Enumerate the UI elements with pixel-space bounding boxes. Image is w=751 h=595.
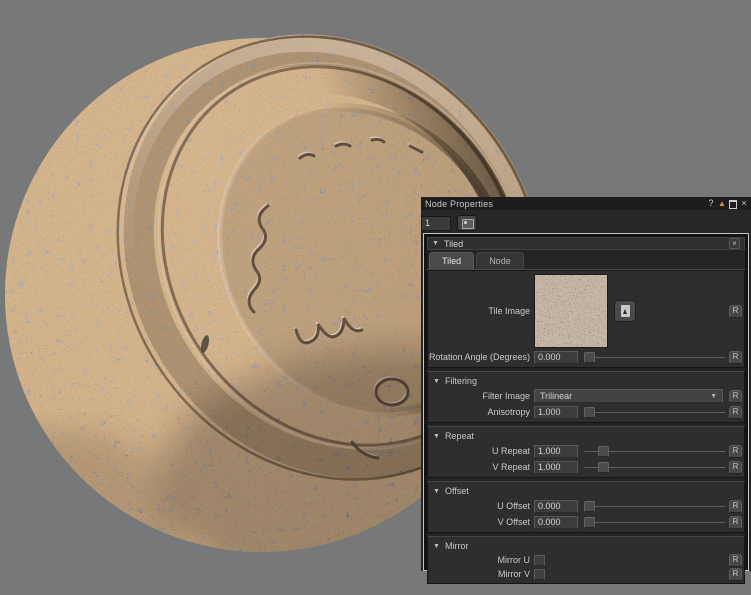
v-repeat-slider[interactable] bbox=[584, 461, 725, 474]
load-image-icon bbox=[621, 305, 630, 317]
u-offset-row: U Offset R bbox=[428, 498, 744, 514]
v-offset-row: V Offset R bbox=[428, 514, 744, 530]
u-repeat-slider[interactable] bbox=[584, 445, 725, 458]
filter-image-label: Filter Image bbox=[482, 391, 530, 401]
tile-image-row: Tile Image R bbox=[428, 273, 744, 349]
help-icon[interactable]: ? bbox=[706, 198, 716, 209]
mirror-title: Mirror bbox=[445, 541, 469, 551]
repeat-title: Repeat bbox=[445, 431, 474, 441]
slider-handle[interactable] bbox=[598, 446, 609, 457]
slider-handle[interactable] bbox=[584, 501, 595, 512]
filtering-block: ▼ Filtering Filter Image Trilinear ▼ R A… bbox=[427, 371, 745, 423]
rotation-angle-slider[interactable] bbox=[584, 351, 725, 364]
reset-u-repeat-button[interactable]: R bbox=[729, 445, 742, 458]
offset-header[interactable]: ▼ Offset bbox=[428, 484, 744, 498]
slider-handle[interactable] bbox=[584, 352, 595, 363]
collapse-arrow-icon[interactable]: ▼ bbox=[433, 433, 440, 440]
mirror-v-checkbox[interactable] bbox=[534, 569, 545, 580]
mirror-v-row: Mirror V R bbox=[428, 567, 744, 581]
node-properties-panel: Node Properties ? ▲ × ▼ Tiled × Tiled No… bbox=[421, 197, 751, 571]
rotation-angle-field[interactable] bbox=[534, 351, 578, 364]
tab-node[interactable]: Node bbox=[476, 252, 524, 269]
u-offset-slider[interactable] bbox=[584, 500, 725, 513]
rotation-angle-row: Rotation Angle (Degrees) R bbox=[428, 349, 744, 365]
selection-index-field[interactable] bbox=[421, 216, 451, 231]
mirror-header[interactable]: ▼ Mirror bbox=[428, 539, 744, 553]
close-window-icon[interactable]: × bbox=[739, 198, 749, 209]
restore-window-icon[interactable] bbox=[728, 198, 738, 209]
u-repeat-row: U Repeat R bbox=[428, 443, 744, 459]
v-offset-slider[interactable] bbox=[584, 516, 725, 529]
tile-image-label: Tile Image bbox=[488, 306, 530, 316]
filtering-title: Filtering bbox=[445, 376, 477, 386]
panel-toolbar bbox=[421, 210, 751, 234]
repeat-block: ▼ Repeat U Repeat R V Repeat bbox=[427, 426, 745, 478]
anisotropy-slider[interactable] bbox=[584, 406, 725, 419]
repeat-header[interactable]: ▼ Repeat bbox=[428, 429, 744, 443]
collapse-arrow-icon[interactable]: ▼ bbox=[433, 543, 440, 550]
tab-bar: Tiled Node bbox=[427, 250, 745, 270]
tiled-section-title: Tiled bbox=[444, 239, 463, 249]
anisotropy-field[interactable] bbox=[534, 406, 578, 419]
mirror-v-label: Mirror V bbox=[498, 569, 530, 579]
u-repeat-field[interactable] bbox=[534, 445, 578, 458]
slider-handle[interactable] bbox=[584, 407, 595, 418]
offset-block: ▼ Offset U Offset R V Offset bbox=[427, 481, 745, 533]
v-offset-label: V Offset bbox=[498, 517, 530, 527]
reset-filter-image-button[interactable]: R bbox=[729, 390, 742, 403]
tiled-close-button[interactable]: × bbox=[729, 238, 740, 249]
filtering-header[interactable]: ▼ Filtering bbox=[428, 374, 744, 388]
slider-handle[interactable] bbox=[584, 517, 595, 528]
reset-rotation-button[interactable]: R bbox=[729, 351, 742, 364]
panel-titlebar[interactable]: Node Properties ? ▲ × bbox=[421, 197, 751, 210]
reset-tile-image-button[interactable]: R bbox=[729, 305, 742, 318]
collapse-arrow-icon[interactable]: ▼ bbox=[433, 378, 440, 385]
v-repeat-row: V Repeat R bbox=[428, 459, 744, 475]
tiled-section-header[interactable]: ▼ Tiled × bbox=[427, 237, 745, 250]
dropdown-arrow-icon: ▼ bbox=[710, 393, 717, 400]
reset-mirror-v-button[interactable]: R bbox=[729, 568, 742, 581]
offset-title: Offset bbox=[445, 486, 469, 496]
u-offset-field[interactable] bbox=[534, 500, 578, 513]
slider-handle[interactable] bbox=[598, 462, 609, 473]
tile-image-block: Tile Image R Rotation Angle (Degrees) bbox=[427, 270, 745, 368]
mirror-u-row: Mirror U R bbox=[428, 553, 744, 567]
panel-title: Node Properties bbox=[425, 199, 706, 209]
collapse-arrow-icon[interactable]: ▼ bbox=[433, 488, 440, 495]
reset-u-offset-button[interactable]: R bbox=[729, 500, 742, 513]
anisotropy-row: Anisotropy R bbox=[428, 404, 744, 420]
filter-image-row: Filter Image Trilinear ▼ R bbox=[428, 388, 744, 404]
thumbnail-toggle-button[interactable] bbox=[457, 215, 477, 231]
u-repeat-label: U Repeat bbox=[492, 446, 530, 456]
tile-image-thumbnail[interactable] bbox=[534, 274, 608, 348]
reset-v-offset-button[interactable]: R bbox=[729, 516, 742, 529]
anisotropy-label: Anisotropy bbox=[487, 407, 530, 417]
v-repeat-label: V Repeat bbox=[492, 462, 530, 472]
pin-warning-icon[interactable]: ▲ bbox=[717, 198, 727, 209]
reset-v-repeat-button[interactable]: R bbox=[729, 461, 742, 474]
v-repeat-field[interactable] bbox=[534, 461, 578, 474]
properties-frame: ▼ Tiled × Tiled Node Tile Image bbox=[423, 233, 749, 571]
collapse-arrow-icon[interactable]: ▼ bbox=[432, 240, 439, 247]
mirror-u-checkbox[interactable] bbox=[534, 555, 545, 566]
filter-image-dropdown[interactable]: Trilinear ▼ bbox=[534, 389, 723, 403]
rotation-angle-label: Rotation Angle (Degrees) bbox=[429, 352, 530, 362]
tab-tiled[interactable]: Tiled bbox=[429, 252, 474, 269]
reset-anisotropy-button[interactable]: R bbox=[729, 406, 742, 419]
u-offset-label: U Offset bbox=[497, 501, 530, 511]
reset-mirror-u-button[interactable]: R bbox=[729, 554, 742, 567]
load-image-button[interactable] bbox=[614, 300, 636, 322]
mirror-block: ▼ Mirror Mirror U R Mirror V R bbox=[427, 536, 745, 584]
mirror-u-label: Mirror U bbox=[498, 555, 531, 565]
filter-image-value: Trilinear bbox=[540, 391, 572, 401]
image-icon bbox=[462, 219, 474, 229]
v-offset-field[interactable] bbox=[534, 516, 578, 529]
